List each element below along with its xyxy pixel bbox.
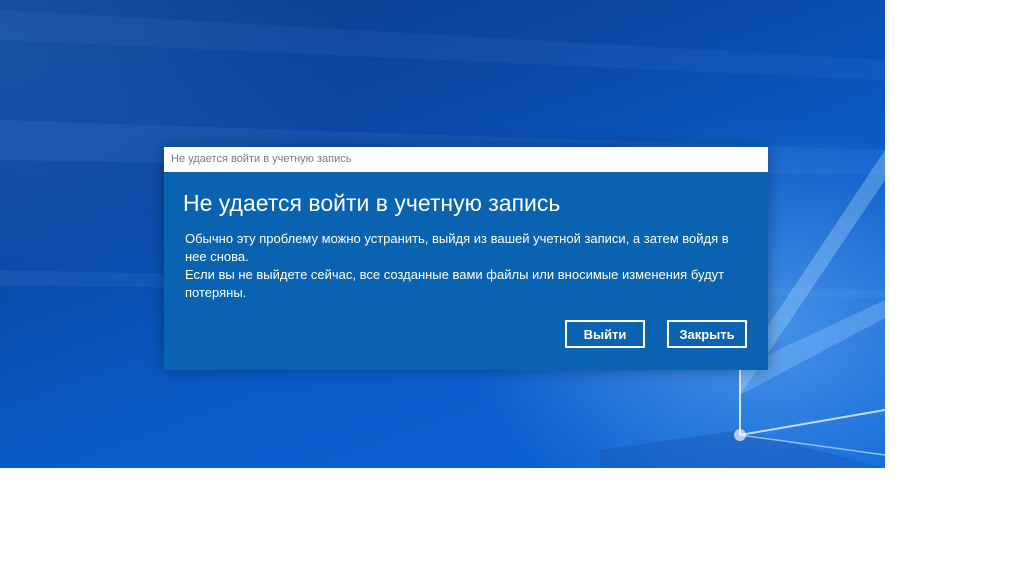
message-line-1: Обычно эту проблему можно устранить, вый…: [185, 231, 729, 264]
account-error-dialog: Не удается войти в учетную запись Не уда…: [164, 147, 768, 370]
message-line-2: Если вы не выйдете сейчас, все созданные…: [185, 267, 725, 300]
dialog-message: Обычно эту проблему можно устранить, вый…: [185, 230, 745, 302]
dialog-title-bar: Не удается войти в учетную запись: [164, 147, 768, 172]
close-button[interactable]: Закрыть: [667, 320, 747, 348]
sign-out-button[interactable]: Выйти: [565, 320, 645, 348]
dialog-heading: Не удается войти в учетную запись: [183, 190, 561, 216]
